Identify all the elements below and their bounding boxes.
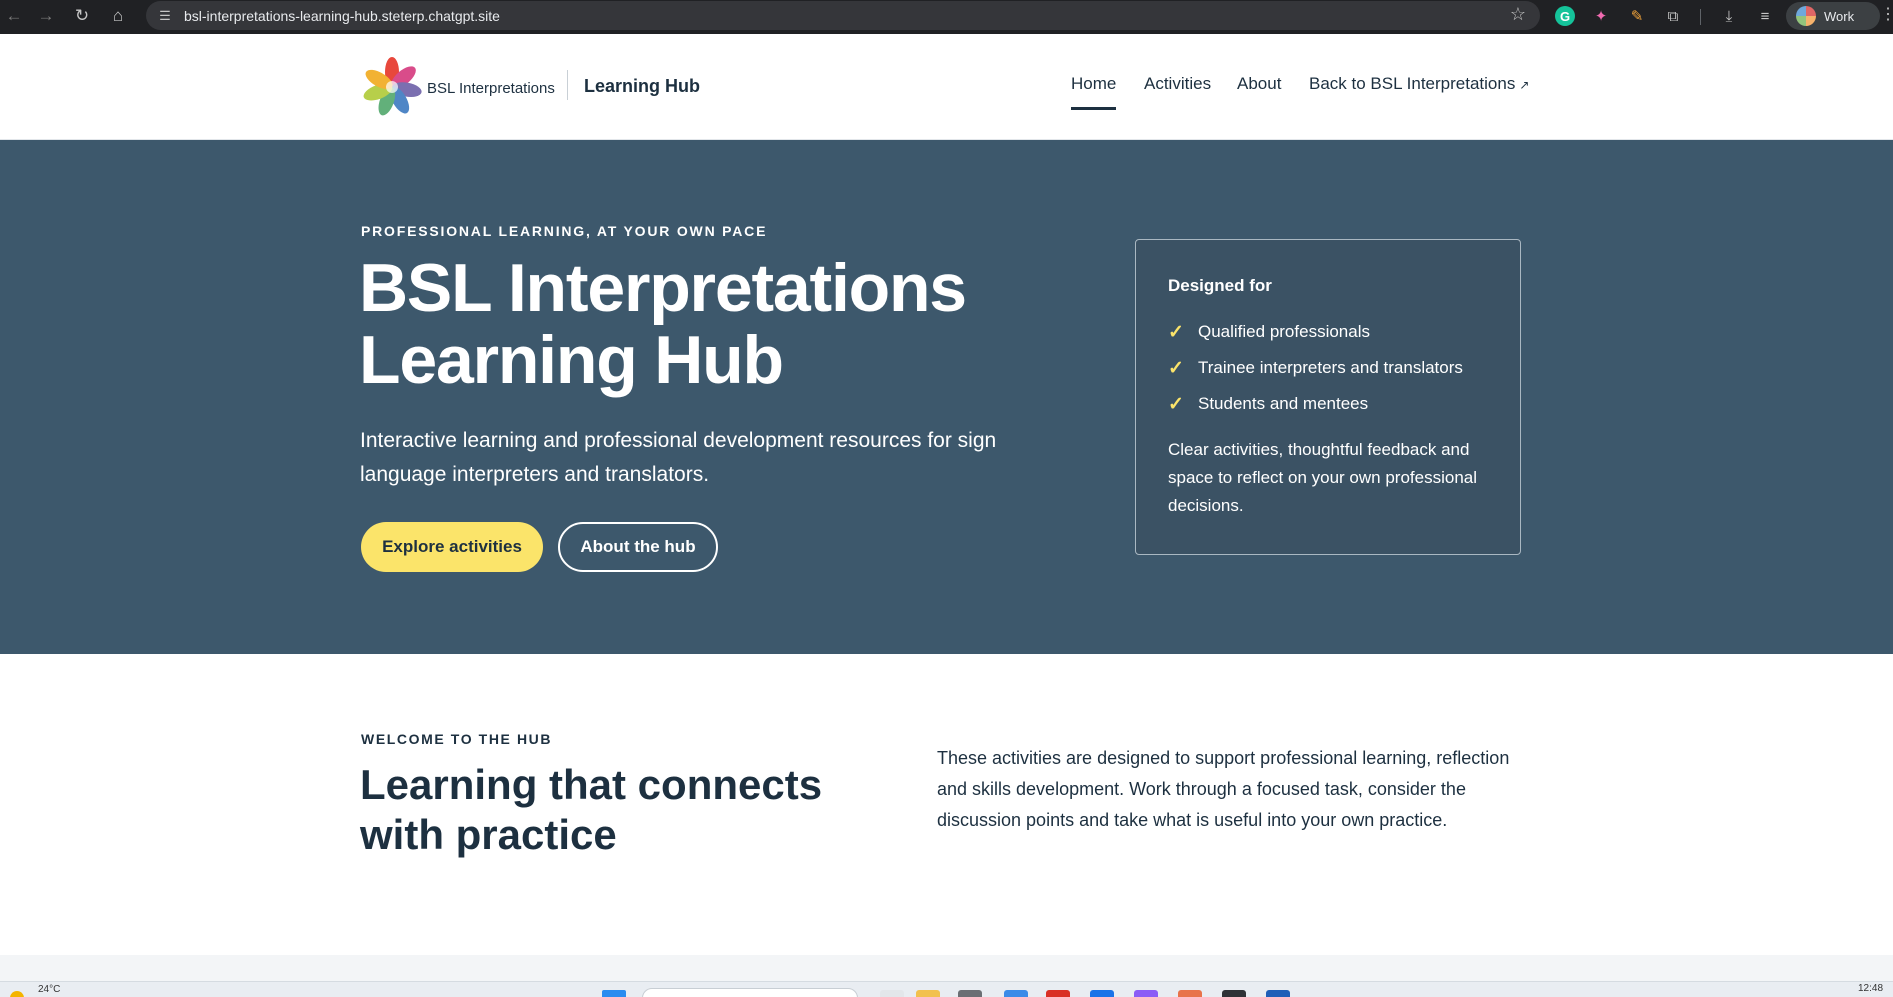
- nav-home[interactable]: Home: [1071, 74, 1117, 110]
- start-button[interactable]: [602, 990, 626, 997]
- hero-eyebrow: PROFESSIONAL LEARNING, AT YOUR OWN PACE: [361, 223, 768, 239]
- card-title: Designed for: [1168, 276, 1272, 295]
- external-link-icon: ↗: [1519, 78, 1530, 92]
- taskbar-app-icon[interactable]: [1090, 990, 1114, 997]
- reload-icon[interactable]: ↻: [68, 2, 96, 30]
- list-item: ✓ Qualified professionals: [1168, 314, 1463, 350]
- list-item: ✓ Trainee interpreters and translators: [1168, 350, 1463, 386]
- taskbar-search[interactable]: [642, 988, 858, 997]
- star-icon[interactable]: ☆: [1510, 4, 1526, 25]
- explore-activities-button[interactable]: Explore activities: [361, 522, 543, 572]
- designed-for-card: Designed for ✓ Qualified professionals ✓…: [1135, 239, 1521, 555]
- list-item-text: Trainee interpreters and translators: [1198, 358, 1463, 377]
- check-icon: ✓: [1168, 321, 1184, 343]
- card-description: Clear activities, thoughtful feedback an…: [1168, 440, 1478, 515]
- site-header: BSL Interpretations Learning Hub Home Ac…: [0, 34, 1893, 140]
- toolbar-divider: [1700, 9, 1701, 25]
- taskbar-app-icon[interactable]: [1178, 990, 1202, 997]
- avatar: [1796, 6, 1816, 26]
- about-the-hub-button[interactable]: About the hub: [558, 522, 718, 572]
- clock[interactable]: 12:48: [1858, 983, 1883, 994]
- nav-about[interactable]: About: [1237, 74, 1281, 94]
- reading-list-icon[interactable]: ≡: [1752, 3, 1778, 29]
- taskbar-app-icon[interactable]: [958, 990, 982, 997]
- grammarly-icon[interactable]: G: [1552, 3, 1578, 29]
- site-info-icon[interactable]: ☰: [154, 5, 176, 27]
- profile-button[interactable]: Work: [1786, 2, 1880, 30]
- check-icon: ✓: [1168, 393, 1184, 415]
- weather-temperature[interactable]: 24°C: [38, 984, 60, 995]
- welcome-eyebrow: WELCOME TO THE HUB: [361, 731, 553, 747]
- nav-back-to-bsl[interactable]: Back to BSL Interpretations ↗: [1309, 74, 1529, 94]
- hero-section: PROFESSIONAL LEARNING, AT YOUR OWN PACE …: [0, 140, 1893, 654]
- back-icon[interactable]: ←: [0, 2, 28, 30]
- url-text[interactable]: bsl-interpretations-learning-hub.steterp…: [184, 8, 500, 24]
- taskbar-app-icon[interactable]: [1266, 990, 1290, 997]
- taskbar-app-icon[interactable]: [1004, 990, 1028, 997]
- chrome-icon[interactable]: [1046, 990, 1070, 997]
- audience-list: ✓ Qualified professionals ✓ Trainee inte…: [1168, 314, 1463, 422]
- check-icon: ✓: [1168, 357, 1184, 379]
- address-bar[interactable]: ☰ bsl-interpretations-learning-hub.stete…: [146, 1, 1540, 30]
- extension-icon[interactable]: ✦: [1588, 3, 1614, 29]
- lower-section-band: [0, 955, 1893, 981]
- menu-icon[interactable]: ⋮: [1880, 4, 1893, 24]
- taskbar-app-icon[interactable]: [1222, 990, 1246, 997]
- list-item-text: Students and mentees: [1198, 394, 1369, 413]
- nav-activities[interactable]: Activities: [1144, 74, 1211, 94]
- folder-icon[interactable]: [916, 990, 940, 997]
- welcome-heading: Learning that connects with practice: [360, 761, 823, 858]
- weather-icon[interactable]: [10, 991, 24, 997]
- taskbar-app-icon[interactable]: [1134, 990, 1158, 997]
- profile-label: Work: [1824, 8, 1855, 24]
- pencil-extension-icon[interactable]: ✎: [1624, 3, 1650, 29]
- welcome-text: These activities are designed to support…: [937, 748, 1510, 830]
- list-item-text: Qualified professionals: [1198, 322, 1370, 341]
- forward-icon[interactable]: →: [32, 2, 60, 30]
- taskbar-app-icon[interactable]: [880, 990, 904, 997]
- hero-lead: Interactive learning and professional de…: [360, 429, 997, 486]
- hub-name[interactable]: Learning Hub: [584, 76, 700, 97]
- browser-toolbar: ← → ↻ ⌂ ☰ bsl-interpretations-learning-h…: [0, 0, 1893, 34]
- nav-back-label: Back to BSL Interpretations: [1309, 74, 1516, 93]
- home-icon[interactable]: ⌂: [104, 2, 132, 30]
- logo-text[interactable]: BSL Interpretations: [427, 80, 555, 97]
- page-title: BSL Interpretations Learning Hub: [359, 250, 967, 398]
- list-item: ✓ Students and mentees: [1168, 386, 1463, 422]
- bsl-hands-logo-icon[interactable]: [360, 54, 428, 120]
- brand-divider: [567, 70, 568, 100]
- os-taskbar: 24°C 12:48: [0, 981, 1893, 997]
- downloads-icon[interactable]: ⤓: [1716, 3, 1742, 29]
- puzzle-icon[interactable]: ⧉: [1660, 3, 1686, 29]
